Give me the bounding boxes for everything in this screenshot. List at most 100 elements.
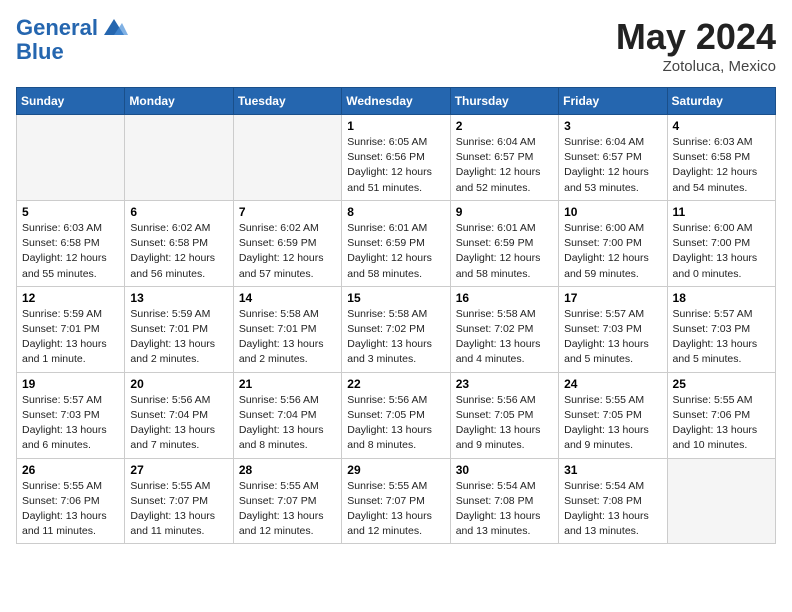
calendar-cell: 2 Sunrise: 6:04 AM Sunset: 6:57 PM Daylig… [450,115,558,201]
day-number: 25 [673,377,770,391]
day-info: Sunrise: 5:58 AM Sunset: 7:01 PM Dayligh… [239,307,336,368]
calendar-cell: 14Sunrise: 5:58 AM Sunset: 7:01 PM Dayli… [233,286,341,372]
day-number: 7 [239,205,336,219]
logo-text: General [16,16,98,40]
day-number: 4 [673,119,770,133]
calendar-cell: 15 Sunrise: 5:58 AM Sunset: 7:02 PM Dayli… [342,286,450,372]
day-info: Sunrise: 6:02 AM Sunset: 6:59 PM Dayligh… [239,221,336,282]
calendar-cell: 16 Sunrise: 5:58 AM Sunset: 7:02 PM Dayli… [450,286,558,372]
calendar-cell: 11 Sunrise: 6:00 AM Sunset: 7:00 PM Dayli… [667,200,775,286]
day-number: 12 [22,291,119,305]
day-number: 27 [130,463,227,477]
day-number: 15 [347,291,444,305]
day-number: 16 [456,291,553,305]
calendar-cell: 21 Sunrise: 5:56 AM Sunset: 7:04 PM Dayli… [233,372,341,458]
calendar-cell: 30 Sunrise: 5:54 AM Sunset: 7:08 PM Dayli… [450,458,558,544]
day-info: Sunrise: 5:58 AM Sunset: 7:02 PM Dayligh… [456,307,553,368]
calendar-cell: 24 Sunrise: 5:55 AM Sunset: 7:05 PM Dayli… [559,372,667,458]
day-info: Sunrise: 5:57 AM Sunset: 7:03 PM Dayligh… [22,393,119,454]
day-number: 17 [564,291,661,305]
calendar-cell: 18Sunrise: 5:57 AM Sunset: 7:03 PM Dayli… [667,286,775,372]
day-info: Sunrise: 6:04 AM Sunset: 6:57 PM Dayligh… [456,135,553,196]
calendar-header-row: SundayMondayTuesdayWednesdayThursdayFrid… [17,88,776,115]
calendar-cell: 6 Sunrise: 6:02 AM Sunset: 6:58 PM Daylig… [125,200,233,286]
logo-blue: Blue [16,40,128,64]
day-number: 21 [239,377,336,391]
day-info: Sunrise: 6:04 AM Sunset: 6:57 PM Dayligh… [564,135,661,196]
calendar-cell [233,115,341,201]
day-info: Sunrise: 5:57 AM Sunset: 7:03 PM Dayligh… [673,307,770,368]
calendar-cell: 19 Sunrise: 5:57 AM Sunset: 7:03 PM Dayli… [17,372,125,458]
calendar-cell: 25 Sunrise: 5:55 AM Sunset: 7:06 PM Dayli… [667,372,775,458]
calendar-cell: 5 Sunrise: 6:03 AM Sunset: 6:58 PM Daylig… [17,200,125,286]
calendar-table: SundayMondayTuesdayWednesdayThursdayFrid… [16,87,776,544]
day-number: 11 [673,205,770,219]
day-info: Sunrise: 6:00 AM Sunset: 7:00 PM Dayligh… [673,221,770,282]
day-number: 9 [456,205,553,219]
day-info: Sunrise: 6:01 AM Sunset: 6:59 PM Dayligh… [347,221,444,282]
day-info: Sunrise: 6:00 AM Sunset: 7:00 PM Dayligh… [564,221,661,282]
day-info: Sunrise: 5:55 AM Sunset: 7:06 PM Dayligh… [22,479,119,540]
calendar-cell [667,458,775,544]
calendar-cell: 1Sunrise: 6:05 AM Sunset: 6:56 PM Daylig… [342,115,450,201]
day-info: Sunrise: 5:55 AM Sunset: 7:07 PM Dayligh… [239,479,336,540]
day-info: Sunrise: 6:03 AM Sunset: 6:58 PM Dayligh… [673,135,770,196]
logo-icon [100,17,128,39]
weekday-header-sunday: Sunday [17,88,125,115]
day-info: Sunrise: 5:56 AM Sunset: 7:04 PM Dayligh… [239,393,336,454]
calendar-cell: 26 Sunrise: 5:55 AM Sunset: 7:06 PM Dayli… [17,458,125,544]
weekday-header-tuesday: Tuesday [233,88,341,115]
weekday-header-saturday: Saturday [667,88,775,115]
day-info: Sunrise: 5:55 AM Sunset: 7:07 PM Dayligh… [130,479,227,540]
day-info: Sunrise: 5:55 AM Sunset: 7:05 PM Dayligh… [564,393,661,454]
day-info: Sunrise: 5:55 AM Sunset: 7:07 PM Dayligh… [347,479,444,540]
calendar-cell: 27 Sunrise: 5:55 AM Sunset: 7:07 PM Dayli… [125,458,233,544]
calendar-cell: 20Sunrise: 5:56 AM Sunset: 7:04 PM Dayli… [125,372,233,458]
logo: General Blue [16,16,128,64]
day-info: Sunrise: 6:01 AM Sunset: 6:59 PM Dayligh… [456,221,553,282]
day-info: Sunrise: 6:02 AM Sunset: 6:58 PM Dayligh… [130,221,227,282]
day-number: 8 [347,205,444,219]
weekday-header-wednesday: Wednesday [342,88,450,115]
day-number: 30 [456,463,553,477]
day-number: 3 [564,119,661,133]
day-number: 26 [22,463,119,477]
calendar-cell: 9 Sunrise: 6:01 AM Sunset: 6:59 PM Daylig… [450,200,558,286]
calendar-cell: 3 Sunrise: 6:04 AM Sunset: 6:57 PM Daylig… [559,115,667,201]
location: Zotoluca, Mexico [616,58,776,75]
day-info: Sunrise: 5:55 AM Sunset: 7:06 PM Dayligh… [673,393,770,454]
page-header: General Blue May 2024 Zotoluca, Mexico [16,16,776,75]
calendar-cell: 22Sunrise: 5:56 AM Sunset: 7:05 PM Dayli… [342,372,450,458]
day-number: 6 [130,205,227,219]
calendar-cell [17,115,125,201]
calendar-week-row: 26 Sunrise: 5:55 AM Sunset: 7:06 PM Dayli… [17,458,776,544]
day-info: Sunrise: 5:58 AM Sunset: 7:02 PM Dayligh… [347,307,444,368]
day-number: 24 [564,377,661,391]
weekday-header-friday: Friday [559,88,667,115]
day-info: Sunrise: 5:56 AM Sunset: 7:05 PM Dayligh… [456,393,553,454]
day-info: Sunrise: 5:59 AM Sunset: 7:01 PM Dayligh… [130,307,227,368]
calendar-cell: 23Sunrise: 5:56 AM Sunset: 7:05 PM Dayli… [450,372,558,458]
day-number: 20 [130,377,227,391]
calendar-cell: 4 Sunrise: 6:03 AM Sunset: 6:58 PM Daylig… [667,115,775,201]
calendar-cell: 10 Sunrise: 6:00 AM Sunset: 7:00 PM Dayli… [559,200,667,286]
day-info: Sunrise: 5:54 AM Sunset: 7:08 PM Dayligh… [564,479,661,540]
day-info: Sunrise: 6:03 AM Sunset: 6:58 PM Dayligh… [22,221,119,282]
day-number: 19 [22,377,119,391]
weekday-header-monday: Monday [125,88,233,115]
day-number: 5 [22,205,119,219]
month-title: May 2024 [616,16,776,58]
day-number: 2 [456,119,553,133]
calendar-cell: 29 Sunrise: 5:55 AM Sunset: 7:07 PM Dayli… [342,458,450,544]
day-number: 1 [347,119,444,133]
day-number: 10 [564,205,661,219]
day-info: Sunrise: 5:54 AM Sunset: 7:08 PM Dayligh… [456,479,553,540]
calendar-week-row: 5 Sunrise: 6:03 AM Sunset: 6:58 PM Daylig… [17,200,776,286]
weekday-header-thursday: Thursday [450,88,558,115]
day-info: Sunrise: 5:59 AM Sunset: 7:01 PM Dayligh… [22,307,119,368]
calendar-cell: 28 Sunrise: 5:55 AM Sunset: 7:07 PM Dayli… [233,458,341,544]
day-number: 28 [239,463,336,477]
calendar-cell [125,115,233,201]
calendar-week-row: 12 Sunrise: 5:59 AM Sunset: 7:01 PM Dayli… [17,286,776,372]
day-number: 29 [347,463,444,477]
